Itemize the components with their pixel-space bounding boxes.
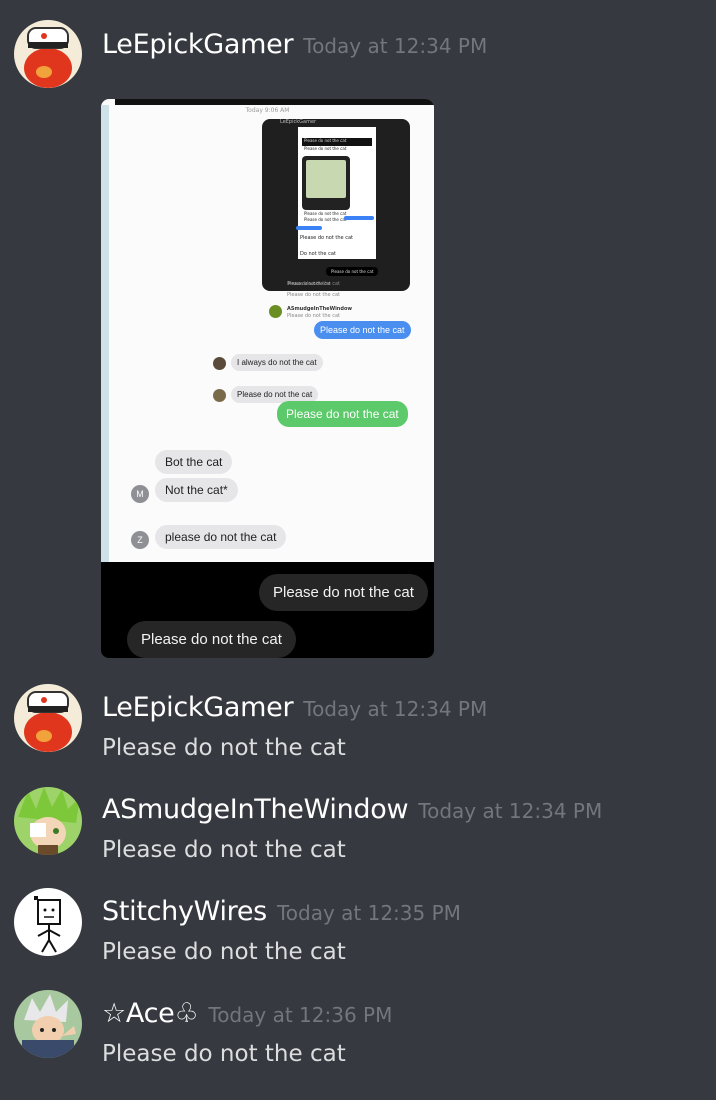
nested-text-1: Please do not the cat bbox=[300, 235, 353, 241]
image-attachment[interactable]: Today 9:06 AM LeEpickGamer Please do not… bbox=[101, 99, 434, 658]
avatar-z: Z bbox=[131, 531, 149, 549]
nested-blue-bubble bbox=[344, 216, 374, 220]
timestamp: Today at 12:35 PM bbox=[276, 901, 461, 925]
username[interactable]: ASmudgeInTheWindow Today at 12:34 PM bbox=[102, 794, 602, 825]
below-nested-2: Please do not the cat bbox=[287, 292, 340, 298]
avatar-image bbox=[14, 888, 82, 956]
nested-line-b: Please do not the cat bbox=[304, 146, 347, 151]
grey-1-avatar bbox=[213, 357, 226, 370]
timestamp: Today at 12:36 PM bbox=[208, 1003, 393, 1027]
username[interactable]: StitchyWires Today at 12:35 PM bbox=[102, 896, 461, 927]
username[interactable]: LeEpickGamer Today at 12:34 PM bbox=[102, 692, 487, 723]
nested-map-inner bbox=[306, 160, 346, 198]
timestamp: Today at 12:34 PM bbox=[418, 799, 603, 823]
grey-bubble-4: Not the cat* bbox=[155, 478, 238, 502]
avatar-image bbox=[14, 20, 82, 88]
side-strip bbox=[101, 105, 109, 562]
avatar-image bbox=[14, 684, 82, 752]
username-text[interactable]: ASmudgeInTheWindow bbox=[102, 794, 409, 825]
grey-bubble-1: I always do not the cat bbox=[231, 354, 323, 371]
chat-time-label: Today 9:06 AM bbox=[245, 107, 290, 114]
attachment-screenshot: Today 9:06 AM LeEpickGamer Please do not… bbox=[101, 99, 434, 562]
green-bubble: Please do not the cat bbox=[277, 401, 408, 427]
avatar-stitchywires[interactable] bbox=[14, 888, 82, 956]
username[interactable]: ☆Ace♧ Today at 12:36 PM bbox=[102, 998, 392, 1029]
nested-map-caption: Please do not the cat bbox=[304, 211, 347, 216]
username-text[interactable]: LeEpickGamer bbox=[102, 29, 294, 60]
nested-map-image bbox=[302, 156, 350, 210]
message-text: Please do not the cat bbox=[102, 837, 346, 863]
message-text: Please do not the cat bbox=[102, 939, 346, 965]
timestamp: Today at 12:34 PM bbox=[303, 34, 488, 58]
grey-bubble-5: please do not the cat bbox=[155, 525, 287, 549]
grey-bubble-3: Bot the cat bbox=[155, 450, 233, 474]
nested-line-c: Please do not the cat bbox=[304, 217, 347, 222]
avatar-image bbox=[14, 787, 82, 855]
avatar-ace[interactable] bbox=[14, 990, 82, 1058]
smudge-mini-sub: Please do not the cat bbox=[287, 313, 340, 319]
smudge-mini-avatar bbox=[269, 305, 282, 318]
nested-text-2: Do not the cat bbox=[300, 251, 336, 257]
nested-author: LeEpickGamer bbox=[280, 119, 317, 125]
grey-2-avatar bbox=[213, 389, 226, 402]
avatar-leepickgamer[interactable] bbox=[14, 684, 82, 752]
status-bar bbox=[115, 99, 434, 105]
nested-blue-bubble-2 bbox=[296, 226, 322, 230]
smudge-mini-name: ASmudgeInTheWindow bbox=[287, 306, 352, 312]
message-text: Please do not the cat bbox=[102, 1041, 346, 1067]
dark-bubble-left: Please do not the cat bbox=[127, 621, 296, 658]
avatar-image bbox=[14, 990, 82, 1058]
below-nested-1: Please do not the cat bbox=[287, 281, 340, 287]
dark-bubble-right: Please do not the cat bbox=[259, 574, 428, 611]
nested-screenshot: LeEpickGamer Please do not the cat Pleas… bbox=[262, 119, 410, 291]
nested-dark-pill: Please do not the cat bbox=[326, 267, 379, 276]
timestamp: Today at 12:34 PM bbox=[303, 697, 488, 721]
username-text[interactable]: StitchyWires bbox=[102, 896, 267, 927]
avatar-leepickgamer[interactable] bbox=[14, 20, 82, 88]
avatar-asmudgeinthewindow[interactable] bbox=[14, 787, 82, 855]
nested-line-a: Please do not the cat bbox=[304, 138, 347, 143]
blue-bubble: Please do not the cat bbox=[314, 321, 411, 339]
message-text: Please do not the cat bbox=[102, 735, 346, 761]
username-text[interactable]: ☆Ace♧ bbox=[102, 998, 199, 1029]
username-text[interactable]: LeEpickGamer bbox=[102, 692, 294, 723]
username[interactable]: LeEpickGamer Today at 12:34 PM bbox=[102, 29, 487, 60]
avatar-m: M bbox=[131, 485, 149, 503]
